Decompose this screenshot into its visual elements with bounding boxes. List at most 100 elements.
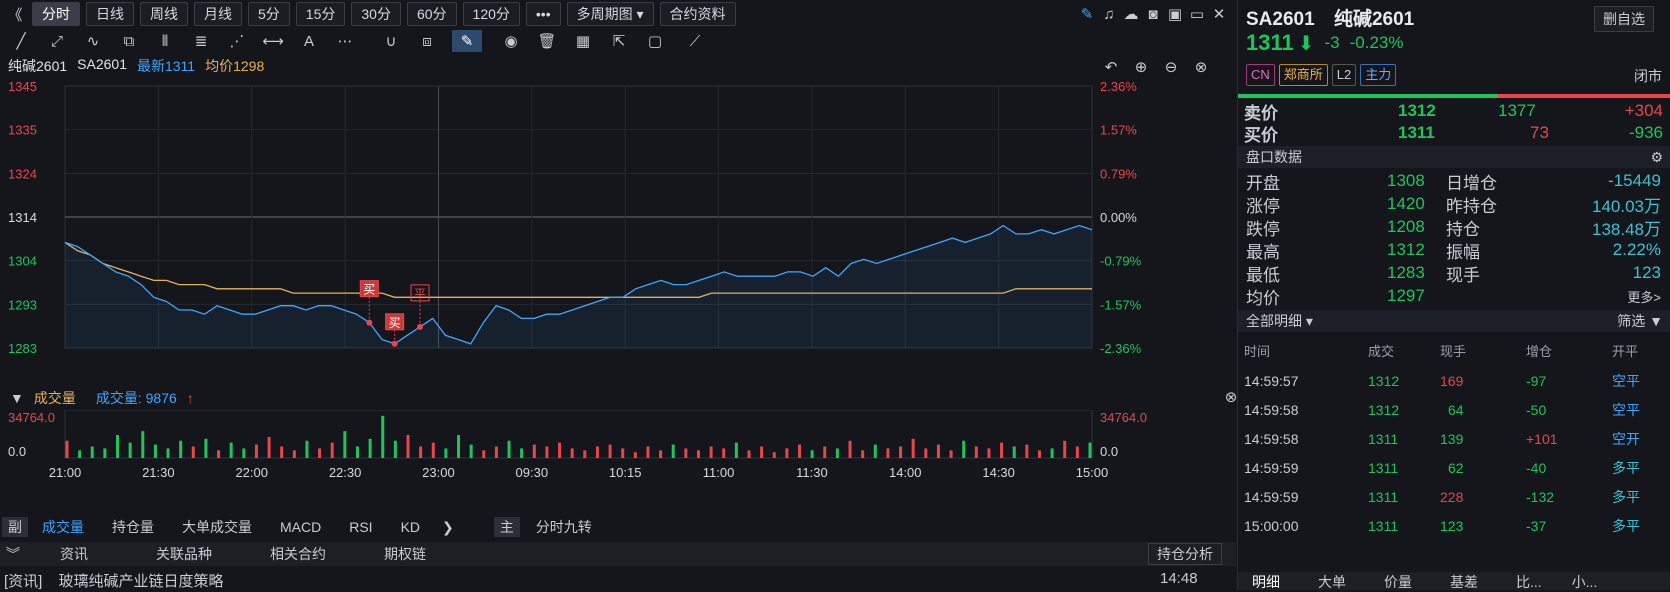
- contract-name: 纯碱2601: [8, 58, 68, 74]
- line-tool-icon[interactable]: ╱: [10, 30, 32, 52]
- screen-icon[interactable]: ▭: [1186, 3, 1208, 25]
- tick-row: 14:59:59 1311 62 -40 多平: [1238, 455, 1670, 481]
- cloud-icon[interactable]: ☁: [1120, 3, 1142, 25]
- info-tab-2[interactable]: 相关合约: [270, 544, 326, 564]
- volume-bar: [191, 446, 195, 458]
- volume-bar: [570, 448, 574, 458]
- camera-icon[interactable]: ◙: [1142, 3, 1164, 25]
- collapse-left-icon[interactable]: 《: [4, 3, 26, 25]
- ticks-bottom-tabs: 明细 大单 价量 基差 比... 小...: [1238, 572, 1670, 590]
- y-tick-right: -0.79%: [1100, 254, 1142, 269]
- y-tick-right: -1.57%: [1100, 297, 1142, 312]
- more-link[interactable]: 更多>: [1627, 287, 1661, 306]
- volume-bar: [545, 446, 549, 458]
- period-tab-0[interactable]: 分时: [32, 2, 80, 26]
- volume-bar: [65, 440, 69, 458]
- period-tab-5[interactable]: 15分: [295, 2, 346, 26]
- period-tab-4[interactable]: 5分: [248, 2, 290, 26]
- layers-icon[interactable]: ⧈: [416, 30, 438, 52]
- period-tab-7[interactable]: 60分: [406, 2, 457, 26]
- undo-icon[interactable]: ↶: [1100, 56, 1122, 78]
- close-icon[interactable]: ✕: [1208, 3, 1230, 25]
- bid-diff: -936: [1628, 123, 1663, 142]
- ticks-tab-1[interactable]: 大单: [1318, 572, 1346, 590]
- tick-time: 14:59:59: [1244, 489, 1299, 505]
- bid-volume: 73: [1530, 123, 1549, 142]
- info-tab-0[interactable]: 资讯: [60, 544, 88, 564]
- volume-bar: [785, 448, 789, 458]
- indicator-next-icon[interactable]: ❯: [442, 519, 454, 536]
- tick-row: 14:59:58 1311 139 +101 空开: [1238, 426, 1670, 452]
- info-tab-1[interactable]: 关联品种: [156, 544, 212, 564]
- col-price: 成交: [1368, 343, 1395, 359]
- tag-cn: CN: [1246, 64, 1275, 86]
- trash-icon[interactable]: 🗑: [536, 30, 558, 52]
- grid-icon[interactable]: ▦: [572, 30, 594, 52]
- indicator-tab-2[interactable]: 大单成交量: [182, 517, 252, 537]
- panel-settings-icon[interactable]: ⚙: [1650, 146, 1663, 168]
- collapse-info-icon[interactable]: ︾: [6, 544, 20, 564]
- pen-icon[interactable]: ✎: [1076, 3, 1098, 25]
- edit-active-icon[interactable]: ✎: [452, 30, 482, 52]
- fib-tool-icon[interactable]: ≣: [190, 30, 212, 52]
- stats-key: 持仓: [1446, 219, 1480, 239]
- y-tick-right: 0.79%: [1100, 166, 1137, 181]
- filter-button[interactable]: 筛选 ▼: [1617, 310, 1663, 332]
- share-icon[interactable]: ⇱: [608, 30, 630, 52]
- ticks-tab-3[interactable]: 基差: [1450, 572, 1478, 590]
- more-periods-button[interactable]: •••: [525, 2, 561, 26]
- text-tool-icon[interactable]: A: [298, 30, 320, 52]
- magnet-icon[interactable]: ∪: [380, 30, 402, 52]
- curve-tool-icon[interactable]: ∿: [82, 30, 104, 52]
- eye-icon[interactable]: ◉: [500, 30, 522, 52]
- position-analysis-button[interactable]: 持仓分析: [1148, 543, 1222, 565]
- main-indicator-tab[interactable]: 分时九转: [536, 517, 592, 537]
- ticks-tab-5[interactable]: 小...: [1572, 572, 1598, 590]
- segment-tool-icon[interactable]: ⤢: [46, 30, 68, 52]
- indicator-tab-0[interactable]: 成交量: [42, 517, 84, 537]
- tick-price: 1311: [1368, 518, 1399, 534]
- volume-bar: [482, 450, 486, 458]
- close-chart-icon[interactable]: ⊗: [1190, 56, 1212, 78]
- zoom-out-icon[interactable]: ⊖: [1160, 56, 1182, 78]
- contract-info-button[interactable]: 合约资料: [659, 2, 736, 26]
- indicator-tab-3[interactable]: MACD: [280, 519, 321, 535]
- period-tab-2[interactable]: 周线: [140, 2, 188, 26]
- stats-key: 现手: [1446, 265, 1480, 285]
- period-tab-3[interactable]: 月线: [194, 2, 242, 26]
- indicator-tab-1[interactable]: 持仓量: [112, 517, 154, 537]
- stats-row: 开盘 1308 日增仓 -15449: [1238, 170, 1670, 193]
- indicator-tab-5[interactable]: KD: [401, 519, 420, 535]
- fan-tool-icon[interactable]: ⋰: [226, 30, 248, 52]
- volume-bar: [78, 450, 82, 458]
- bell-icon[interactable]: ♫: [1098, 3, 1120, 25]
- window-icon[interactable]: ▣: [1164, 3, 1186, 25]
- channel-tool-icon[interactable]: ⫴: [154, 30, 176, 52]
- ticks-title[interactable]: 全部明细 ▾: [1246, 313, 1313, 329]
- ticks-tab-4[interactable]: 比...: [1516, 572, 1542, 590]
- col-type: 开平: [1612, 343, 1639, 359]
- volume-label: 成交量: [33, 390, 76, 406]
- news-title[interactable]: 玻璃纯碱产业链日度策略: [59, 573, 224, 590]
- stats-value: -15449: [1608, 171, 1661, 190]
- multi-period-button[interactable]: 多周期图 ▾: [566, 2, 654, 26]
- ticks-tab-0[interactable]: 明细: [1252, 572, 1280, 590]
- info-tab-3[interactable]: 期权链: [384, 544, 426, 564]
- trade-marker-label: 买: [363, 283, 375, 297]
- indicator-tab-4[interactable]: RSI: [349, 519, 372, 535]
- volume-bar: [1000, 442, 1004, 458]
- volume-toggle-icon[interactable]: ▼: [10, 390, 24, 406]
- more-tools-icon[interactable]: ⋯: [334, 30, 356, 52]
- ruler-icon[interactable]: ⟋: [684, 30, 706, 52]
- favorite-button[interactable]: 删自选: [1594, 6, 1654, 32]
- comment-icon[interactable]: ▢: [644, 30, 666, 52]
- period-tab-8[interactable]: 120分: [462, 2, 520, 26]
- measure-tool-icon[interactable]: ⟷: [262, 30, 284, 52]
- zoom-in-icon[interactable]: ⊕: [1130, 56, 1152, 78]
- volume-bar: [305, 440, 309, 458]
- period-tab-1[interactable]: 日线: [86, 2, 134, 26]
- rect-tool-icon[interactable]: ⧉: [118, 30, 140, 52]
- period-tab-6[interactable]: 30分: [351, 2, 401, 26]
- ticks-tab-2[interactable]: 价量: [1384, 572, 1412, 590]
- tick-oi: +101: [1526, 431, 1558, 447]
